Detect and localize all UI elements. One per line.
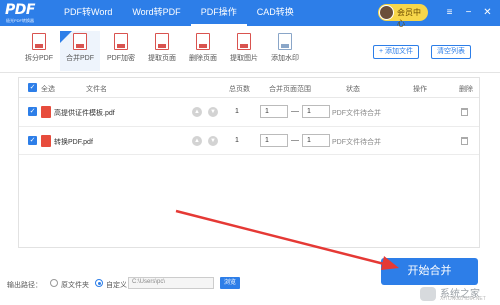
move-up-icon[interactable]: ▲ xyxy=(192,136,202,146)
trash-icon[interactable] xyxy=(461,137,468,145)
tab-pdf-to-word[interactable]: PDF转Word xyxy=(54,0,122,26)
move-down-icon[interactable]: ▼ xyxy=(208,107,218,117)
delete-page-icon xyxy=(196,33,210,50)
table-header: ✓ 全选 文件名 总页数 合并页面范围 状态 操作 删除 xyxy=(19,78,479,98)
header-select-all: 全选 xyxy=(41,86,55,93)
range-start-input[interactable]: 1 xyxy=(260,105,288,118)
tool-label: 合并PDF xyxy=(66,55,94,62)
row-checkbox[interactable]: ✓ xyxy=(28,107,37,116)
app-logo: PDF 极光PDF转换器 xyxy=(5,2,45,24)
output-path-input[interactable]: C:\Users\pc\ xyxy=(128,277,214,289)
radio-custom-folder[interactable] xyxy=(95,279,103,287)
tool-watermark[interactable]: 添加水印 xyxy=(265,31,305,71)
tool-extract-image[interactable]: 提取图片 xyxy=(224,31,264,71)
move-up-icon[interactable]: ▲ xyxy=(192,107,202,117)
extract-image-icon xyxy=(237,33,251,50)
tool-split-pdf[interactable]: 拆分PDF xyxy=(19,31,59,71)
range-end-input[interactable]: 1 xyxy=(302,134,330,147)
range-separator xyxy=(291,111,299,112)
logo-subtitle: 极光PDF转换器 xyxy=(6,18,34,23)
range-separator xyxy=(291,140,299,141)
range-start-input[interactable]: 1 xyxy=(260,134,288,147)
start-merge-button[interactable]: 开始合并 xyxy=(381,258,478,285)
row-checkbox[interactable]: ✓ xyxy=(28,136,37,145)
tool-bar: 拆分PDF 合并PDF PDF加密 提取页面 删除页面 提取图片 添加水印 + … xyxy=(0,26,500,73)
status-text: PDF文件待合并 xyxy=(332,110,381,117)
tab-pdf-operations[interactable]: PDF操作 xyxy=(190,0,247,26)
header-range: 合并页面范围 xyxy=(269,86,311,93)
tool-label: 拆分PDF xyxy=(25,55,53,62)
top-nav: PDF转Word Word转PDF PDF操作 CAD转换 xyxy=(54,0,304,26)
file-name: 转换PDF.pdf xyxy=(54,139,93,146)
tool-delete-page[interactable]: 删除页面 xyxy=(183,31,223,71)
select-all-checkbox[interactable]: ✓ xyxy=(28,83,37,92)
lock-pdf-icon xyxy=(114,33,128,50)
title-bar: PDF 极光PDF转换器 PDF转Word Word转PDF PDF操作 CAD… xyxy=(0,0,500,28)
extract-page-icon xyxy=(155,33,169,50)
tool-encrypt-pdf[interactable]: PDF加密 xyxy=(101,31,141,71)
menu-icon[interactable]: ≡ xyxy=(443,6,456,19)
tool-label: PDF加密 xyxy=(107,55,135,62)
header-operation: 操作 xyxy=(413,86,427,93)
file-name: 高提供证件模板.pdf xyxy=(54,110,115,117)
header-delete: 删除 xyxy=(459,86,473,93)
header-pages: 总页数 xyxy=(229,86,250,93)
table-row[interactable]: ✓ 高提供证件模板.pdf ▲ ▼ 1 1 1 PDF文件待合并 xyxy=(19,98,479,127)
tool-label: 删除页面 xyxy=(189,55,217,62)
custom-folder-label: 自定义 xyxy=(106,282,127,289)
add-file-button[interactable]: + 添加文件 xyxy=(373,45,420,59)
clear-list-button[interactable]: 清空列表 xyxy=(431,45,471,59)
status-text: PDF文件待合并 xyxy=(332,139,381,146)
header-status: 状态 xyxy=(346,86,360,93)
watermark-subtitle: XITONGZHIJIA.NET xyxy=(440,296,486,302)
original-folder-label: 原文件夹 xyxy=(61,282,89,289)
watermark-logo-icon xyxy=(420,287,436,301)
trash-icon[interactable] xyxy=(461,108,468,116)
close-icon[interactable]: ✕ xyxy=(481,6,494,19)
page-count: 1 xyxy=(235,137,239,144)
tool-label: 提取图片 xyxy=(230,55,258,62)
avatar xyxy=(379,5,394,20)
browse-button[interactable]: 浏览 xyxy=(220,277,240,289)
minimize-icon[interactable]: − xyxy=(462,6,475,19)
pdf-file-icon xyxy=(41,106,51,118)
output-path-label: 输出路径： xyxy=(7,282,42,289)
range-end-input[interactable]: 1 xyxy=(302,105,330,118)
member-center-button[interactable]: 会员中心 xyxy=(378,4,428,28)
pdf-file-icon xyxy=(41,135,51,147)
page-count: 1 xyxy=(235,108,239,115)
tool-extract-page[interactable]: 提取页面 xyxy=(142,31,182,71)
tool-label: 提取页面 xyxy=(148,55,176,62)
move-down-icon[interactable]: ▼ xyxy=(208,136,218,146)
logo-mark: PDF xyxy=(5,2,35,18)
file-list-panel: ✓ 全选 文件名 总页数 合并页面范围 状态 操作 删除 ✓ 高提供证件模板.p… xyxy=(18,77,480,248)
watermark-icon xyxy=(278,33,292,50)
tool-merge-pdf[interactable]: 合并PDF xyxy=(60,31,100,71)
tab-cad-convert[interactable]: CAD转换 xyxy=(247,0,304,26)
tool-label: 添加水印 xyxy=(271,55,299,62)
tab-word-to-pdf[interactable]: Word转PDF xyxy=(122,0,190,26)
radio-original-folder[interactable] xyxy=(50,279,58,287)
selected-corner-icon xyxy=(60,31,72,43)
table-row[interactable]: ✓ 转换PDF.pdf ▲ ▼ 1 1 1 PDF文件待合并 xyxy=(19,126,479,155)
split-pdf-icon xyxy=(32,33,46,50)
header-filename: 文件名 xyxy=(86,86,107,93)
site-watermark: 系统之家 XITONGZHIJIA.NET xyxy=(418,285,498,303)
merge-pdf-icon xyxy=(73,33,87,50)
